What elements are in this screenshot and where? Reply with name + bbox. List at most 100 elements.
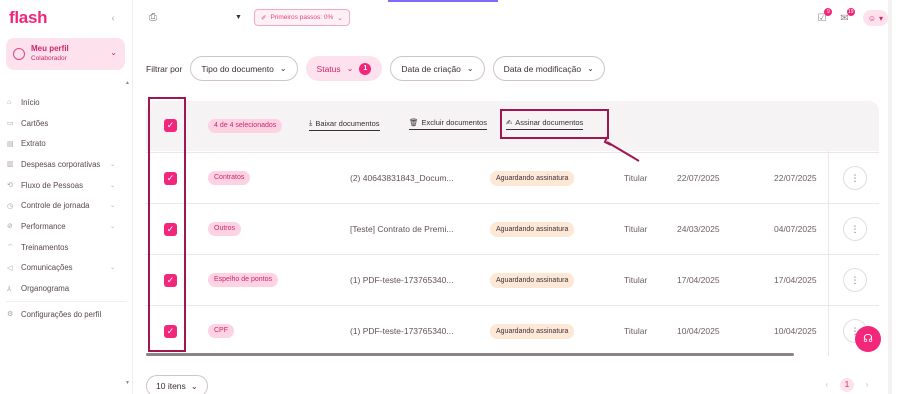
user-menu[interactable]: ☺ ▾ [862,10,888,26]
sign-button-highlight [500,109,609,139]
role-cell: Titular [624,173,648,183]
delete-documents-button[interactable]: 🗑 Excluir documentos [409,118,487,130]
chevron-down-icon: ⌄ [346,64,354,73]
file-name[interactable]: [Teste] Contrato de Premi... [350,224,453,234]
chevron-down-icon: ▾ [878,13,883,23]
download-documents-button[interactable]: ⤓ Baixar documentos [309,118,380,131]
sidebar-item-label: Início [21,97,40,107]
org-chart-icon: ⅄ [7,285,12,293]
filter-document-type[interactable]: Tipo do documento ⌄ [190,56,298,81]
tasks-badge: 9 [824,7,833,16]
chevron-down-icon: ⌄ [109,223,115,230]
more-options-icon[interactable]: ⋮ [843,268,867,292]
training-icon: ⌔ [7,243,14,251]
statement-icon: ▤ [7,140,14,148]
column-divider [828,151,829,356]
scroll-up-icon[interactable]: ▲ [125,80,130,86]
chip-label: Status [316,63,341,74]
caret-down-icon[interactable]: ▼ [235,14,242,21]
modified-date-cell: 04/07/2025 [774,224,817,234]
status-badge: Aguardando assinatura [490,171,575,186]
sidebar-item-label: Despesas corporativas [21,159,101,169]
table-row[interactable]: ✓ Contratos (2) 40643831843_Docum... Agu… [146,152,879,203]
page-size-select[interactable]: 10 itens ⌄ [146,375,208,394]
created-date-cell: 22/07/2025 [677,173,720,183]
filter-label: Filtrar por [146,63,183,74]
chevron-down-icon: ⌄ [109,161,115,168]
sidebar-item-configuracoes[interactable]: ⚙ Configurações do perfil [0,304,133,325]
first-steps-button[interactable]: ✐ Primeiros passos: 0% ⌄ [254,9,350,26]
created-date-cell: 10/04/2025 [677,326,720,336]
sidebar-item-performance[interactable]: ⊘ Performance ⌄ [0,216,133,237]
sidebar-item-cartoes[interactable]: ▭ Cartões [0,113,133,134]
sidebar-item-label: Controle de jornada [21,201,90,211]
chevron-down-icon: ⌄ [279,64,287,73]
trash-icon: 🗑 [409,118,419,127]
chevron-down-icon: ⌄ [109,182,115,189]
app: flash ‹ Meu perfil Colaborador ⌄ ⌂ Início… [0,0,900,394]
performance-icon: ⊘ [7,223,13,231]
chevron-down-icon: ⌄ [109,265,115,272]
chevron-down-icon: ⌄ [587,64,594,73]
modified-date-cell: 22/07/2025 [774,173,817,183]
sidebar-item-label: Treinamentos [21,242,69,252]
document-icon[interactable]: ⎙ [149,12,157,23]
sidebar-item-label: Organograma [21,284,70,294]
table-row[interactable]: ✓ CPF (1) PDF-teste-173765340... Aguarda… [146,305,879,356]
more-options-icon[interactable]: ⋮ [843,166,867,190]
filter-modified-date[interactable]: Data de modificação ⌄ [492,56,605,81]
download-label: Baixar documentos [315,118,380,128]
table-row[interactable]: ✓ Outros [Teste] Contrato de Premi... Ag… [146,203,879,254]
status-badge: Aguardando assinatura [490,324,575,339]
selection-count-badge: 4 de 4 selecionados [208,119,283,133]
sidebar-item-inicio[interactable]: ⌂ Início [0,92,133,113]
collapse-sidebar-icon[interactable]: ‹ [106,12,120,26]
rocket-icon: ✐ [261,14,267,22]
tasks-icon[interactable]: ☑ 9 [817,7,833,24]
chip-label: Tipo do documento [201,63,274,74]
headset-icon: ☊ [863,333,873,345]
sidebar-item-fluxo-pessoas[interactable]: ⟲ Fluxo de Pessoas ⌄ [0,175,133,196]
messages-icon[interactable]: ✉ 19 [840,7,855,24]
prev-page-icon[interactable]: ‹ [820,378,834,392]
sidebar-item-comunicacoes[interactable]: ◁ Comunicações ⌄ [0,258,133,279]
file-name[interactable]: (2) 40643831843_Docum... [350,173,454,183]
profile-menu[interactable]: Meu perfil Colaborador ⌄ [6,38,125,70]
filter-bar: Filtrar por Tipo do documento ⌄ Status ⌄ 1 … [146,56,605,81]
sidebar-item-label: Performance [21,221,66,231]
people-flow-icon: ⟲ [7,182,13,190]
chevron-down-icon: ⌄ [466,64,474,73]
page-number[interactable]: 1 [840,378,854,392]
page-scrollbar[interactable] [888,0,892,394]
profile-role: Colaborador [31,55,67,62]
top-bar: ⎙ ▼ ✐ Primeiros passos: 0% ⌄ ☑ 9 ✉ 19 ☺ ▾ [133,0,900,40]
sidebar-scrollbar[interactable]: ▲ ▼ [125,80,130,390]
top-right-actions: ☑ 9 ✉ 19 ☺ ▾ [817,7,888,26]
file-name[interactable]: (1) PDF-teste-173765340... [350,275,453,285]
messages-badge: 19 [846,7,855,16]
filter-created-date[interactable]: Data de criação ⌄ [390,56,485,81]
sidebar-item-controle-jornada[interactable]: ◷ Controle de jornada ⌄ [0,195,133,216]
chevron-down-icon: ⌄ [110,48,117,57]
scroll-down-icon[interactable]: ▼ [125,380,130,386]
first-steps-label: Primeiros passos: 0% [270,14,334,21]
sidebar-item-label: Fluxo de Pessoas [21,180,83,190]
filter-status[interactable]: Status ⌄ 1 [305,56,383,81]
chevron-down-icon: ⌄ [337,14,343,22]
table-row[interactable]: ✓ Espelho de pontos (1) PDF-teste-173765… [146,254,879,305]
document-type-tag: Outros [208,222,242,236]
horizontal-scrollbar[interactable] [146,353,794,356]
sidebar-item-despesas[interactable]: ▥ Despesas corporativas ⌄ [0,154,133,175]
document-type-tag: CPF [208,324,234,338]
created-date-cell: 24/03/2025 [677,224,720,234]
top-link-underline [388,0,498,2]
sidebar-item-label: Extrato [21,139,46,149]
sidebar-item-extrato[interactable]: ▤ Extrato [0,133,133,154]
support-chat-button[interactable]: ☊ [855,326,881,352]
file-name[interactable]: (1) PDF-teste-173765340... [350,326,453,336]
sidebar-item-organograma[interactable]: ⅄ Organograma [0,278,133,299]
sidebar-item-treinamentos[interactable]: ⌔ Treinamentos [0,237,133,258]
next-page-icon[interactable]: › [860,378,874,392]
more-options-icon[interactable]: ⋮ [843,217,867,241]
chevron-down-icon: ⌄ [109,203,115,210]
